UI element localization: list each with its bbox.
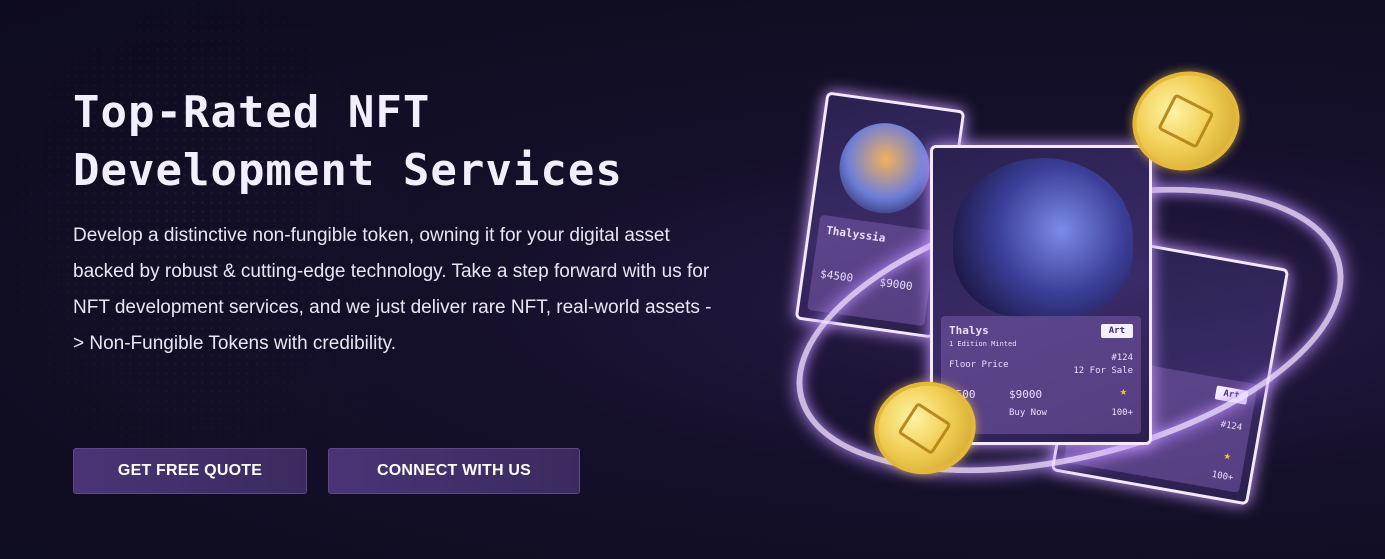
card-number-and-sale: #124 12 For Sale	[1073, 352, 1133, 378]
star-icon: ★	[1222, 447, 1233, 463]
floor-price-label: Floor Price	[949, 360, 1009, 370]
hero-section: Top-Rated NFT Development Services Devel…	[73, 84, 713, 362]
nft-illustration: Thalyssia $4500 $9000 Art #124 ★ 100+ Th…	[766, 57, 1374, 530]
star-icon: ★	[1119, 384, 1127, 398]
coin-emblem-icon	[1157, 93, 1215, 149]
title-line-1: Top-Rated NFT	[73, 87, 431, 138]
card-subtitle: 1 Edition Minted	[949, 340, 1017, 348]
card-number: #124	[1111, 353, 1133, 363]
get-free-quote-button[interactable]: GET FREE QUOTE	[73, 448, 307, 494]
card-portrait-image	[833, 117, 936, 220]
card-price-b: $9000	[1009, 388, 1043, 401]
card-for-sale: 12 For Sale	[1073, 366, 1133, 376]
coin-emblem-icon	[897, 401, 953, 455]
card-count: 100+	[1210, 469, 1234, 484]
buy-now-label: Buy Now	[1009, 408, 1047, 418]
connect-with-us-button[interactable]: CONNECT WITH US	[328, 448, 580, 494]
title-line-2: Development Services	[73, 145, 623, 196]
page-title: Top-Rated NFT Development Services	[73, 84, 713, 200]
card-tag: Art	[1100, 324, 1133, 338]
card-number: #124	[1219, 419, 1243, 434]
card-name: Thalys	[949, 324, 989, 337]
hero-description: Develop a distinctive non-fungible token…	[73, 225, 712, 354]
card-portrait-image	[953, 158, 1133, 318]
card-count: 100+	[1111, 408, 1133, 418]
card-name: Thalyssia	[825, 223, 887, 245]
card-price-a: $4500	[819, 267, 854, 285]
